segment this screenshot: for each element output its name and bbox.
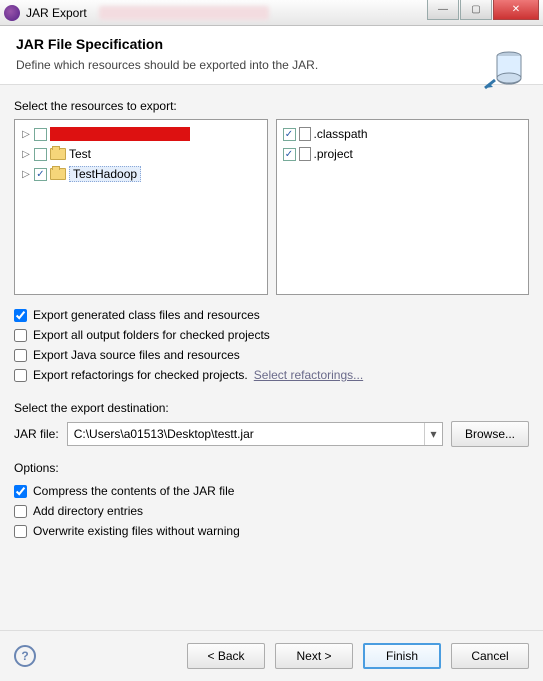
tree-row-test[interactable]: ▷ Test — [19, 144, 263, 164]
jar-file-label: JAR file: — [14, 427, 59, 441]
jar-export-dialog: JAR Export — ▢ ✕ JAR File Specification … — [0, 0, 543, 681]
expand-icon[interactable]: ▷ — [21, 129, 31, 140]
window-controls: — ▢ ✕ — [427, 0, 539, 20]
back-button[interactable]: < Back — [187, 643, 265, 669]
options-label: Options: — [14, 461, 529, 475]
project-tree[interactable]: ▷ ▷ Test ▷ ✓ TestHadoop — [14, 119, 268, 295]
opt-label: Add directory entries — [33, 504, 143, 518]
checkbox[interactable]: ✓ — [34, 168, 47, 181]
cancel-button[interactable]: Cancel — [451, 643, 529, 669]
opt-compress[interactable]: Compress the contents of the JAR file — [14, 481, 529, 501]
redacted-label — [50, 127, 190, 141]
checkbox[interactable]: ✓ — [283, 148, 296, 161]
opt-label: Export generated class files and resourc… — [33, 308, 260, 322]
jar-icon — [483, 44, 531, 92]
wizard-footer: ? < Back Next > Finish Cancel — [0, 630, 543, 681]
jar-options: Compress the contents of the JAR file Ad… — [14, 481, 529, 541]
file-tree[interactable]: ✓ .classpath ✓ .project — [276, 119, 530, 295]
opt-java-source[interactable]: Export Java source files and resources — [14, 345, 529, 365]
checkbox[interactable] — [34, 148, 47, 161]
file-icon — [299, 127, 311, 141]
opt-label: Export refactorings for checked projects… — [33, 368, 248, 382]
select-refactorings-link[interactable]: Select refactorings... — [254, 368, 363, 382]
opt-label: Overwrite existing files without warning — [33, 524, 240, 538]
folder-icon — [50, 168, 66, 180]
checkbox[interactable] — [34, 128, 47, 141]
page-title: JAR File Specification — [16, 36, 527, 52]
opt-gen-class[interactable]: Export generated class files and resourc… — [14, 305, 529, 325]
maximize-button[interactable]: ▢ — [460, 0, 492, 20]
checkbox-java-source[interactable] — [14, 349, 27, 362]
resource-trees: ▷ ▷ Test ▷ ✓ TestHadoop — [14, 119, 529, 295]
checkbox-gen-class[interactable] — [14, 309, 27, 322]
file-icon — [299, 147, 311, 161]
expand-icon[interactable]: ▷ — [21, 149, 31, 160]
checkbox-refactorings[interactable] — [14, 369, 27, 382]
destination-label: Select the export destination: — [14, 401, 529, 415]
opt-label: Export all output folders for checked pr… — [33, 328, 270, 342]
destination-row: JAR file: ▾ Browse... — [14, 421, 529, 447]
opt-output-folders[interactable]: Export all output folders for checked pr… — [14, 325, 529, 345]
page-description: Define which resources should be exporte… — [16, 58, 527, 72]
help-icon[interactable]: ? — [14, 645, 36, 667]
file-label: .project — [314, 147, 353, 161]
checkbox[interactable]: ✓ — [283, 128, 296, 141]
finish-button[interactable]: Finish — [363, 643, 441, 669]
opt-add-dir[interactable]: Add directory entries — [14, 501, 529, 521]
title-blurred-text — [99, 6, 269, 20]
folder-icon — [50, 148, 66, 160]
title-bar: JAR Export — ▢ ✕ — [0, 0, 543, 26]
file-label: .classpath — [314, 127, 368, 141]
export-options: Export generated class files and resourc… — [14, 305, 529, 385]
dropdown-icon[interactable]: ▾ — [424, 423, 442, 445]
resources-label: Select the resources to export: — [14, 99, 529, 113]
expand-icon[interactable]: ▷ — [21, 169, 31, 180]
wizard-body: Select the resources to export: ▷ ▷ Test… — [0, 85, 543, 630]
file-row-classpath[interactable]: ✓ .classpath — [281, 124, 525, 144]
browse-button[interactable]: Browse... — [451, 421, 529, 447]
wizard-header: JAR File Specification Define which reso… — [0, 26, 543, 85]
tree-row-testhadoop[interactable]: ▷ ✓ TestHadoop — [19, 164, 263, 184]
opt-refactorings[interactable]: Export refactorings for checked projects… — [14, 365, 529, 385]
opt-overwrite[interactable]: Overwrite existing files without warning — [14, 521, 529, 541]
eclipse-icon — [4, 5, 20, 21]
checkbox-add-dir[interactable] — [14, 505, 27, 518]
jar-file-input[interactable] — [68, 427, 424, 441]
opt-label: Export Java source files and resources — [33, 348, 240, 362]
tree-row-redacted[interactable]: ▷ — [19, 124, 263, 144]
checkbox-compress[interactable] — [14, 485, 27, 498]
checkbox-output-folders[interactable] — [14, 329, 27, 342]
next-button[interactable]: Next > — [275, 643, 353, 669]
minimize-button[interactable]: — — [427, 0, 459, 20]
tree-item-label: Test — [69, 147, 91, 161]
tree-item-label: TestHadoop — [69, 166, 141, 182]
checkbox-overwrite[interactable] — [14, 525, 27, 538]
window-title: JAR Export — [26, 6, 87, 20]
jar-file-combo[interactable]: ▾ — [67, 422, 443, 446]
wizard-buttons: < Back Next > Finish Cancel — [187, 643, 529, 669]
close-button[interactable]: ✕ — [493, 0, 539, 20]
file-row-project[interactable]: ✓ .project — [281, 144, 525, 164]
opt-label: Compress the contents of the JAR file — [33, 484, 234, 498]
